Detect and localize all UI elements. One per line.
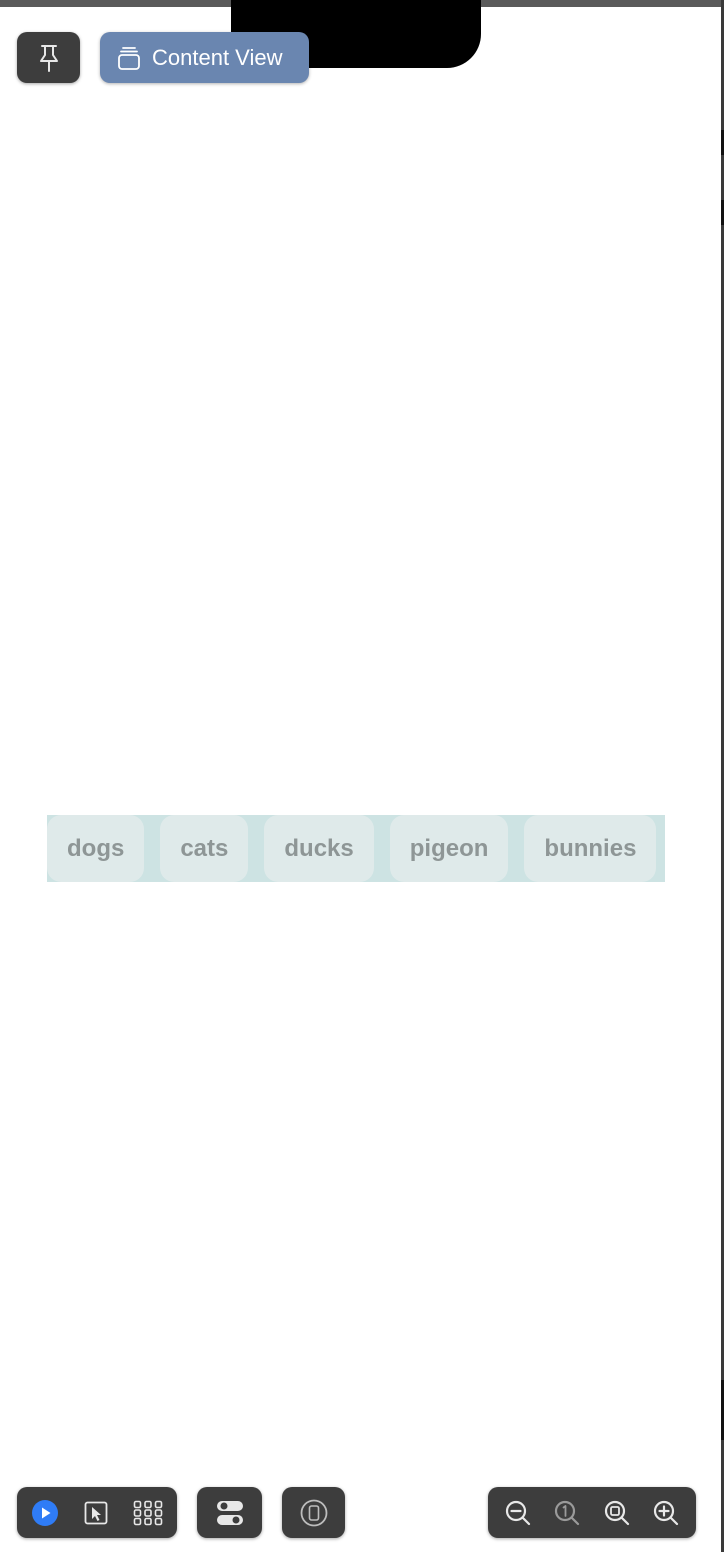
content-view-label: Content View: [152, 44, 283, 70]
zoom-out-icon[interactable]: [504, 1499, 532, 1527]
play-icon[interactable]: [31, 1499, 59, 1527]
chip-label: ducks: [284, 834, 354, 862]
preview-mode-group: [17, 1487, 177, 1538]
toggles-icon: [215, 1499, 245, 1527]
chip-label: bunnies: [544, 834, 637, 862]
chip-dogs[interactable]: dogs: [47, 815, 145, 882]
chip-ducks[interactable]: ducks: [264, 815, 374, 882]
zoom-in-icon[interactable]: [652, 1499, 680, 1527]
chip-cats[interactable]: cats: [160, 815, 249, 882]
chip-label: dogs: [67, 834, 125, 862]
zoom-actual-size-icon[interactable]: [553, 1499, 581, 1527]
grid-icon[interactable]: [133, 1500, 163, 1526]
pin-icon: [39, 44, 58, 72]
variants-button[interactable]: [197, 1487, 262, 1538]
chip-label: pigeon: [409, 834, 489, 862]
pin-button[interactable]: [17, 32, 80, 83]
chip-scroll-bar[interactable]: dogs cats ducks pigeon bunnies: [47, 815, 665, 882]
select-cursor-icon[interactable]: [83, 1500, 109, 1526]
stack-icon: [116, 45, 142, 71]
zoom-to-fit-icon[interactable]: [603, 1499, 631, 1527]
chip-label: cats: [180, 834, 229, 862]
device-settings-button[interactable]: [282, 1487, 345, 1538]
content-view-button[interactable]: Content View: [100, 32, 309, 83]
zoom-controls: [488, 1487, 696, 1538]
chip-pigeon[interactable]: pigeon: [389, 815, 509, 882]
chip-bunnies[interactable]: bunnies: [524, 815, 657, 882]
device-icon: [300, 1499, 328, 1527]
